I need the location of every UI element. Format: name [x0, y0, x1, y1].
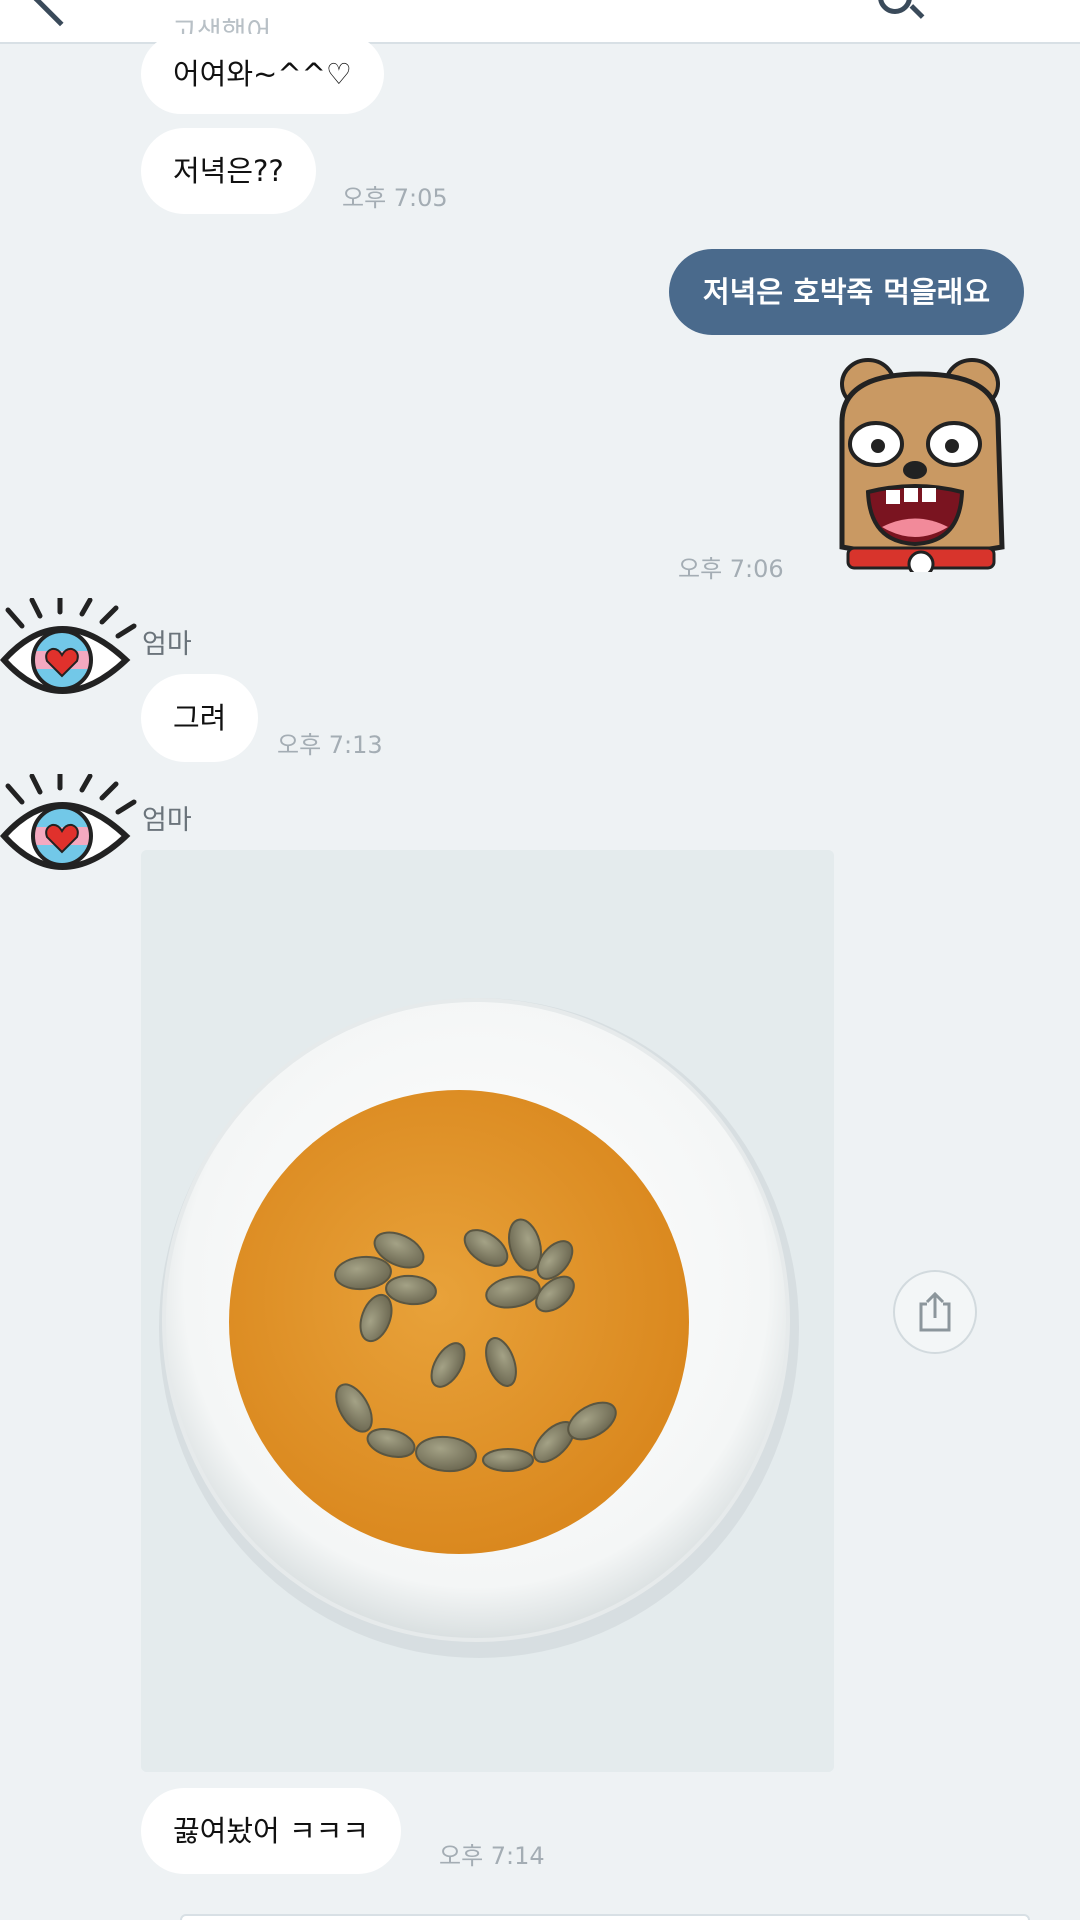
- message-bubble[interactable]: 어여와~^^♡: [141, 34, 384, 114]
- message-input[interactable]: [180, 1914, 1030, 1920]
- bear-sticker[interactable]: [820, 352, 1020, 572]
- share-icon: [919, 1291, 951, 1332]
- sender-name: 엄마: [142, 629, 192, 660]
- pumpkin-porridge-smiley-image: [141, 850, 834, 1772]
- my-message-bubble[interactable]: 저녁은 호박죽 먹을래요: [669, 249, 1024, 335]
- eye-avatar-icon[interactable]: [0, 774, 138, 892]
- message-text: 어여와~^^♡: [173, 56, 352, 91]
- pumpkin-porridge-photo[interactable]: [141, 850, 834, 1772]
- message-text: 저녁은 호박죽 먹을래요: [703, 274, 990, 309]
- message-text: 끓여놨어 ㅋㅋㅋ: [173, 1813, 369, 1848]
- search-icon[interactable]: [878, 0, 912, 14]
- chevron-left-icon[interactable]: [31, 0, 89, 27]
- message-time: 오후 7:05: [342, 184, 448, 212]
- message-time: 오후 7:14: [439, 1842, 545, 1870]
- sender-name: 엄마: [142, 805, 192, 836]
- message-text: 그려: [173, 700, 227, 735]
- eye-avatar-icon[interactable]: [0, 598, 138, 716]
- share-button[interactable]: [893, 1270, 977, 1354]
- message-text: 저녁은??: [173, 153, 284, 188]
- message-bubble[interactable]: 저녁은??: [141, 128, 316, 214]
- message-bubble[interactable]: 끓여놨어 ㅋㅋㅋ: [141, 1788, 401, 1874]
- message-bubble[interactable]: 그려: [141, 674, 259, 762]
- message-time: 오후 7:06: [678, 555, 784, 583]
- message-time: 오후 7:13: [277, 731, 383, 759]
